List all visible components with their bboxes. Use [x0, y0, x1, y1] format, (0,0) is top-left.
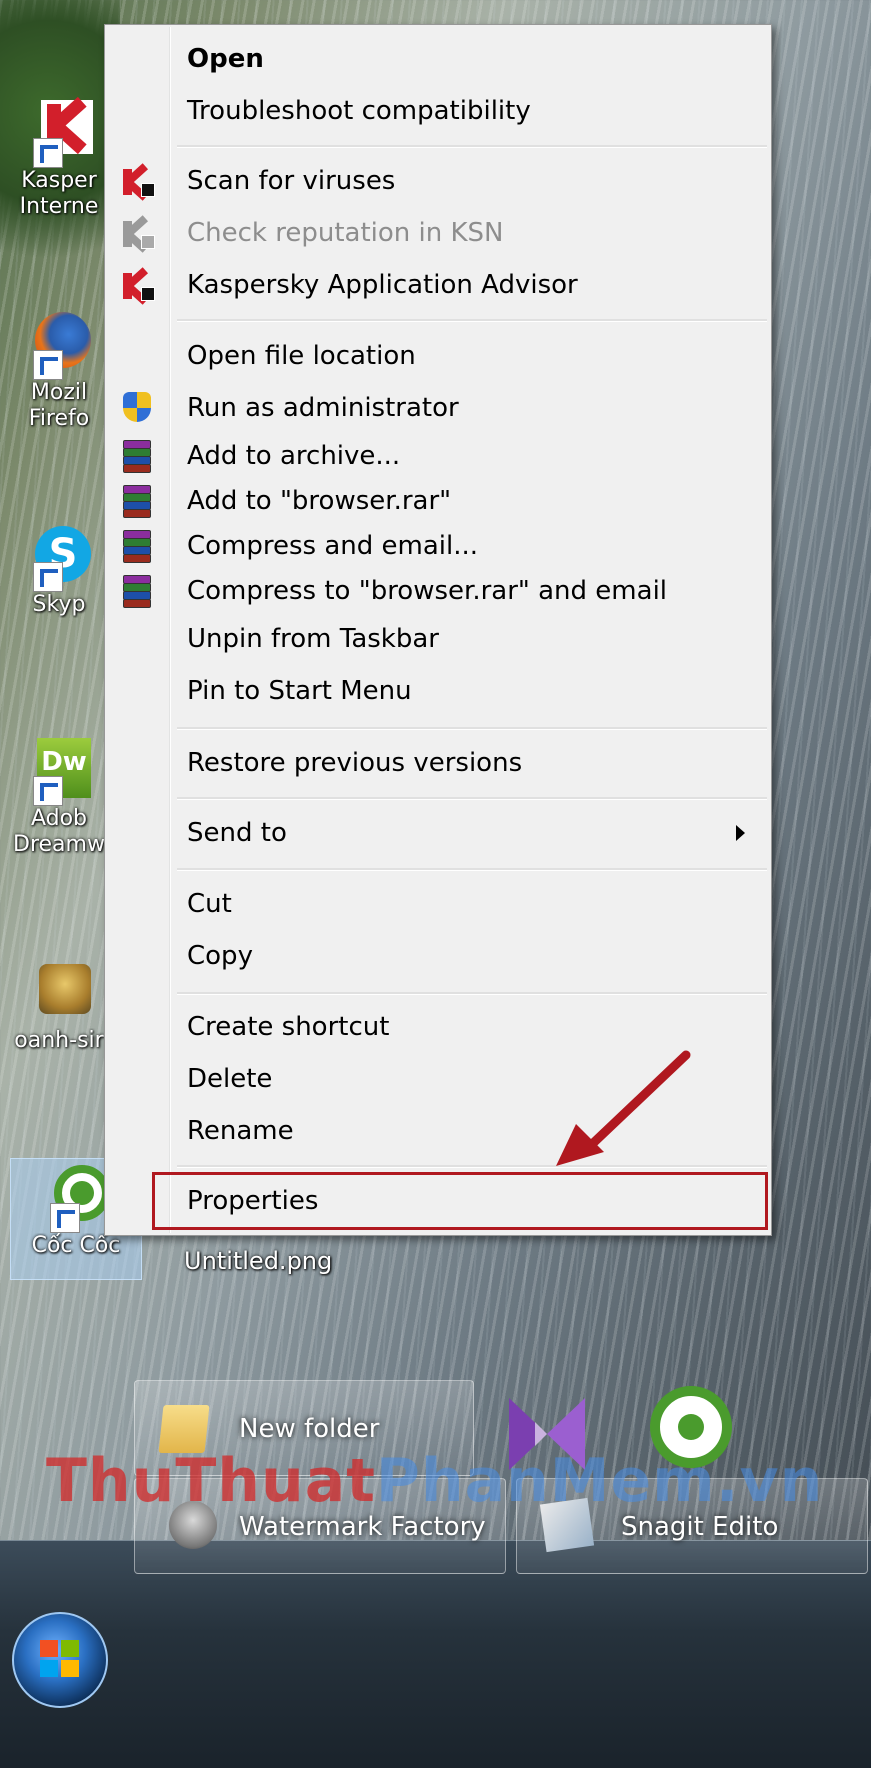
- desktop-file-label[interactable]: Untitled.png: [184, 1247, 332, 1275]
- desktop-icon-dreamweaver[interactable]: Dw Adob Dreamw: [0, 738, 118, 858]
- firefox-icon: [25, 312, 93, 380]
- menu-item-label: Scan for viruses: [187, 166, 396, 196]
- menu-item-compress-to-browser-rar-and-email[interactable]: Compress to "browser.rar" and email: [105, 565, 771, 617]
- menu-item-run-as-administrator[interactable]: Run as administrator: [105, 382, 771, 434]
- menu-item-pin-to-start-menu[interactable]: Pin to Start Menu: [105, 665, 771, 717]
- watermark-part: PhanMem: [375, 1446, 716, 1516]
- menu-item-delete[interactable]: Delete: [105, 1053, 771, 1105]
- menu-item-label: Unpin from Taskbar: [187, 624, 439, 654]
- menu-item-label: Open file location: [187, 341, 416, 371]
- menu-item-rename[interactable]: Rename: [105, 1105, 771, 1157]
- menu-separator: [177, 1165, 767, 1168]
- menu-item-label: Open: [187, 44, 264, 74]
- kaspersky-icon: [123, 267, 155, 305]
- menu-separator: [177, 992, 767, 995]
- desktop-icon-kaspersky[interactable]: Kasper Interne: [0, 96, 118, 220]
- kaspersky-icon: [123, 215, 155, 253]
- winrar-icon: [123, 530, 151, 563]
- site-watermark: ThuThuatPhanMem.vn: [46, 1446, 823, 1516]
- watermark-part: .vn: [715, 1446, 824, 1516]
- menu-item-label: Create shortcut: [187, 1012, 390, 1042]
- menu-item-label: Cut: [187, 889, 232, 919]
- menu-item-label: Pin to Start Menu: [187, 676, 412, 706]
- desktop-icon-firefox[interactable]: Mozil Firefo: [0, 312, 118, 432]
- menu-separator: [177, 868, 767, 871]
- menu-item-label: Rename: [187, 1116, 294, 1146]
- context-menu: Open Troubleshoot compatibility Scan for…: [104, 24, 772, 1236]
- menu-separator: [177, 145, 767, 148]
- menu-item-label: Kaspersky Application Advisor: [187, 270, 578, 300]
- menu-item-unpin-from-taskbar[interactable]: Unpin from Taskbar: [105, 613, 771, 665]
- kaspersky-icon: [123, 163, 155, 201]
- menu-item-copy[interactable]: Copy: [105, 930, 771, 982]
- desktop-icon-label: Skyp: [32, 592, 86, 617]
- properties-highlight-box: [152, 1172, 768, 1230]
- desktop-icon-label: Kasper Interne: [19, 168, 99, 219]
- shortcut-arrow-icon: [50, 1203, 80, 1233]
- winrar-icon: [123, 575, 151, 608]
- shortcut-arrow-icon: [33, 138, 63, 168]
- watermark-part: Thuat: [175, 1446, 376, 1516]
- menu-item-check-reputation-ksn[interactable]: Check reputation in KSN: [105, 207, 771, 259]
- menu-item-kaspersky-application-advisor[interactable]: Kaspersky Application Advisor: [105, 259, 771, 311]
- uac-shield-icon: [123, 392, 151, 424]
- menu-item-label: Send to: [187, 818, 287, 848]
- winrar-icon: [123, 440, 151, 473]
- desktop-icon-label: oanh-sir: [14, 1028, 104, 1053]
- desktop-icon-label: Cốc Cốc: [31, 1233, 121, 1258]
- kaspersky-icon: [25, 96, 93, 168]
- winrar-icon: [123, 485, 151, 518]
- shortcut-arrow-icon: [33, 776, 63, 806]
- menu-separator: [177, 797, 767, 800]
- skype-icon: S: [25, 524, 93, 592]
- desktop-icon-skype[interactable]: S Skyp: [0, 524, 118, 618]
- menu-item-label: Run as administrator: [187, 393, 459, 423]
- menu-separator: [177, 727, 767, 730]
- desktop-icon-game[interactable]: oanh-sir: [0, 960, 118, 1054]
- menu-item-label: Compress to "browser.rar" and email: [187, 576, 668, 606]
- menu-item-label: Restore previous versions: [187, 748, 523, 778]
- start-button[interactable]: [12, 1612, 108, 1708]
- dreamweaver-icon: Dw: [25, 738, 93, 806]
- menu-item-label: Troubleshoot compatibility: [187, 96, 531, 126]
- shortcut-arrow-icon: [33, 350, 63, 380]
- menu-item-label: Delete: [187, 1064, 273, 1094]
- desktop-icon-label: Mozil Firefo: [28, 380, 90, 431]
- coccoc-icon: [42, 1165, 110, 1233]
- shortcut-arrow-icon: [33, 562, 63, 592]
- game-icon: [25, 960, 93, 1028]
- menu-item-restore-previous-versions[interactable]: Restore previous versions: [105, 737, 771, 789]
- menu-item-send-to[interactable]: Send to: [105, 807, 771, 859]
- windows-logo-icon: [40, 1640, 80, 1680]
- menu-separator: [177, 319, 767, 322]
- menu-item-scan-for-viruses[interactable]: Scan for viruses: [105, 155, 771, 207]
- menu-item-label: Copy: [187, 941, 253, 971]
- watermark-part: Thu: [46, 1446, 176, 1516]
- menu-item-open[interactable]: Open: [105, 33, 771, 85]
- menu-item-open-file-location[interactable]: Open file location: [105, 330, 771, 382]
- menu-item-troubleshoot-compatibility[interactable]: Troubleshoot compatibility: [105, 85, 771, 137]
- submenu-arrow-icon: [736, 825, 745, 841]
- menu-item-cut[interactable]: Cut: [105, 878, 771, 930]
- desktop-icon-label: Adob Dreamw: [13, 806, 105, 857]
- menu-item-create-shortcut[interactable]: Create shortcut: [105, 1001, 771, 1053]
- menu-item-label: Check reputation in KSN: [187, 218, 504, 248]
